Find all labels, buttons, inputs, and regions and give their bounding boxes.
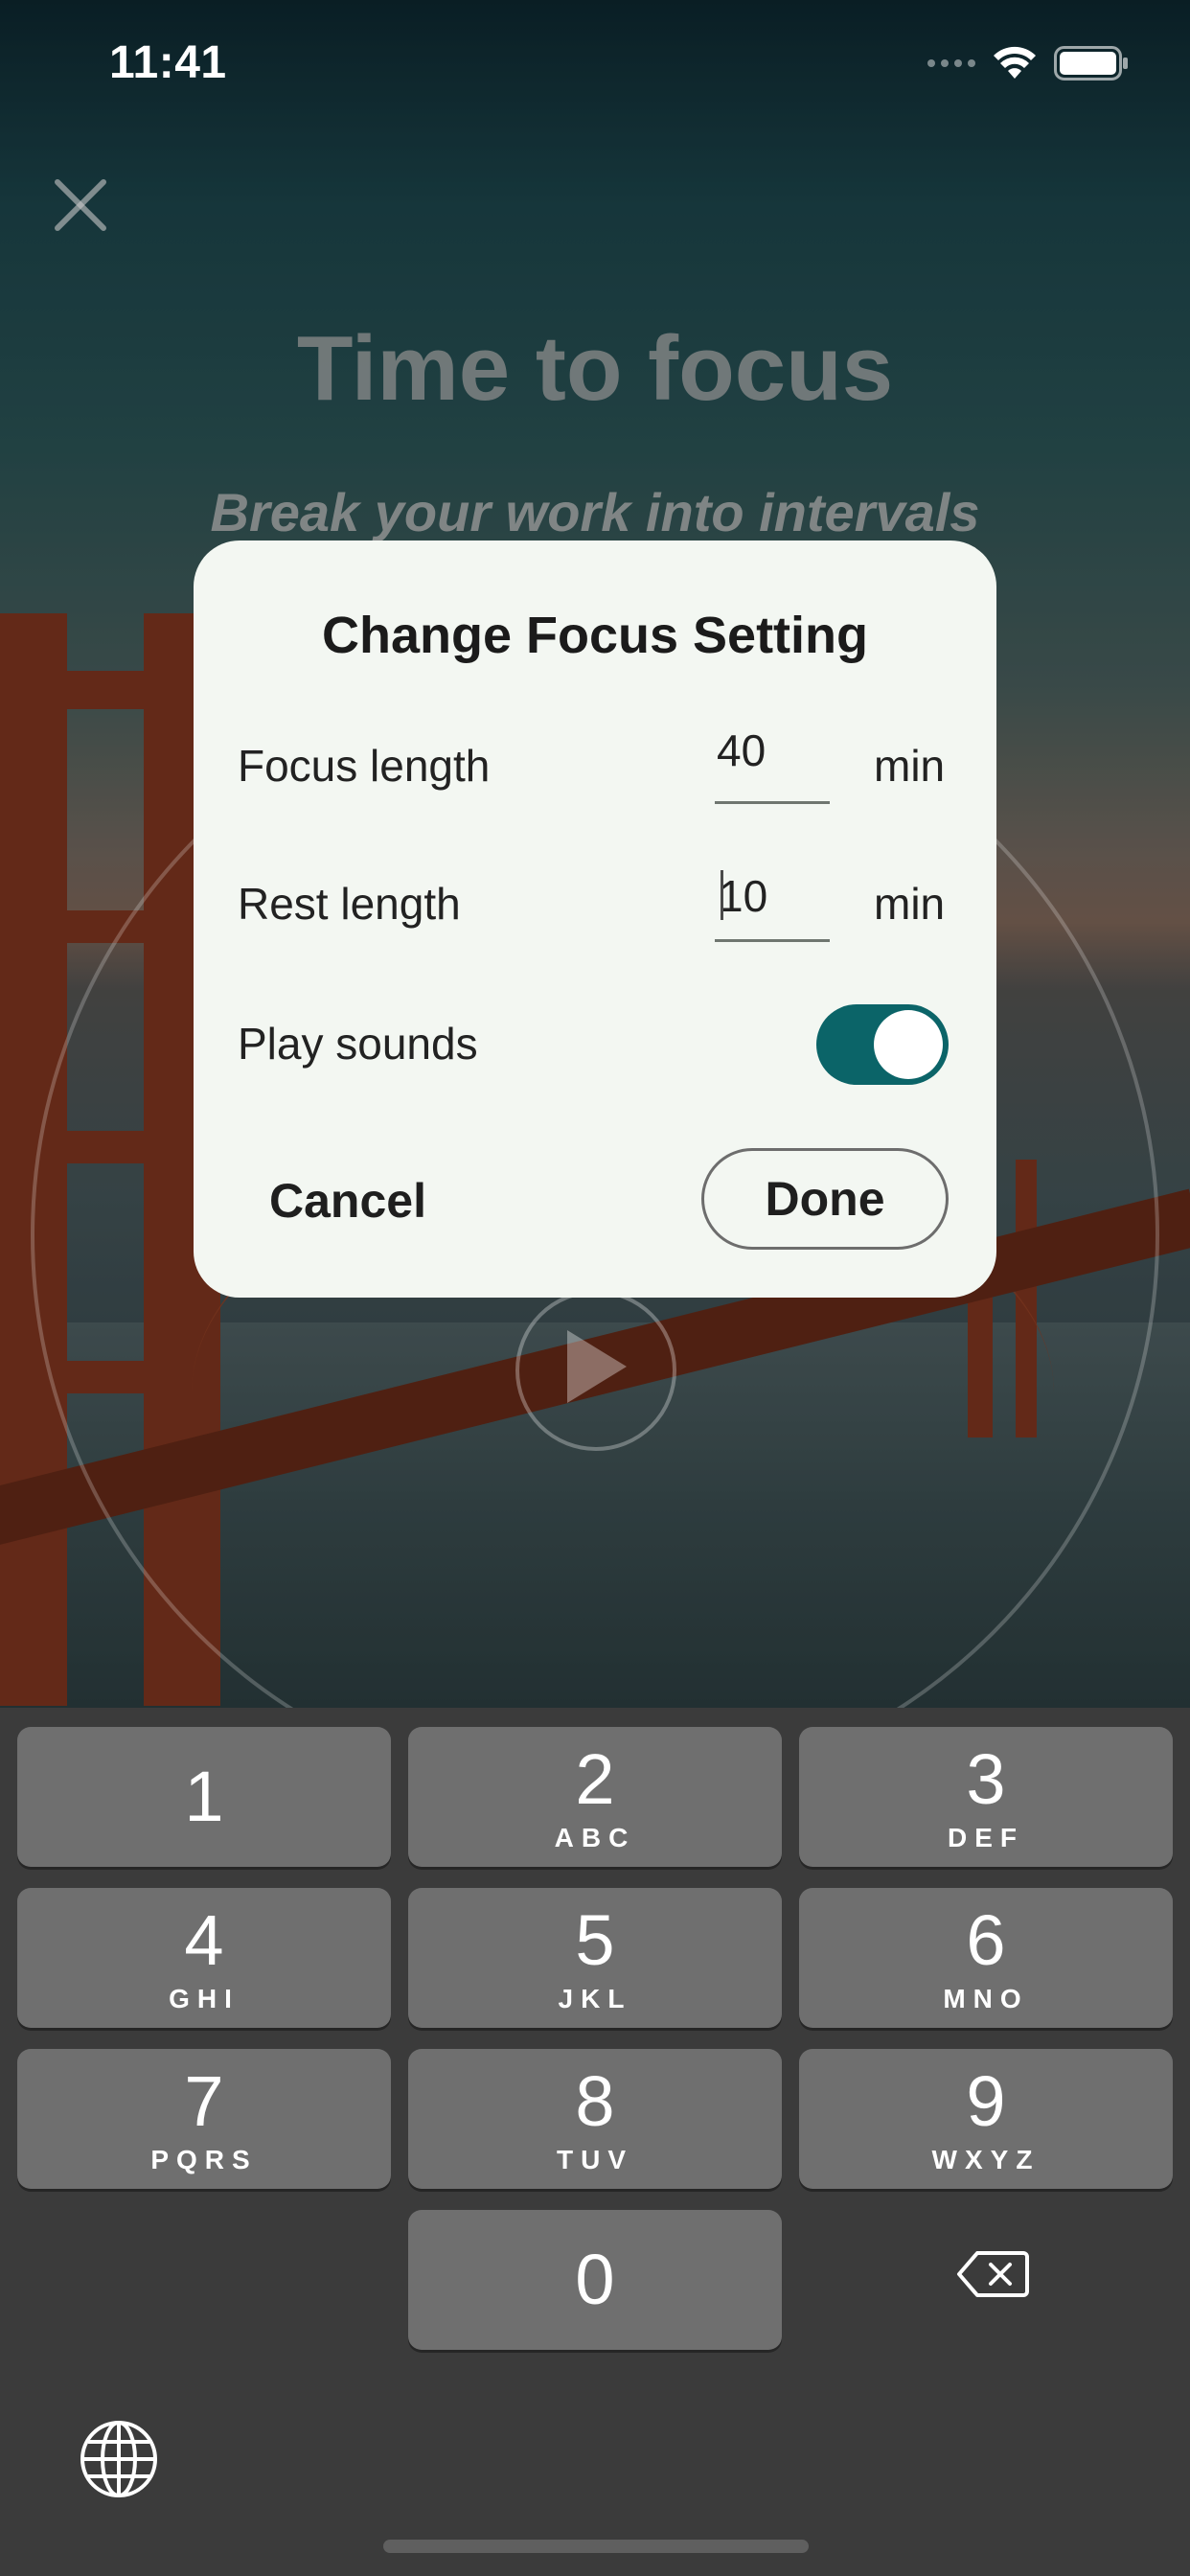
key-6[interactable]: 6 MNO (799, 1888, 1173, 2028)
focus-length-unit: min (874, 741, 946, 791)
key-digit: 7 (184, 2061, 224, 2141)
key-letters: DEF (948, 1823, 1024, 1852)
key-digit: 4 (184, 1900, 224, 1980)
key-digit: 1 (184, 1757, 224, 1836)
key-2[interactable]: 2 ABC (408, 1727, 782, 1867)
backspace-icon[interactable] (956, 2250, 1029, 2298)
key-digit: 2 (575, 1739, 615, 1819)
key-letters: JKL (558, 1984, 632, 2013)
key-1[interactable]: 1 (17, 1727, 391, 1867)
key-digit: 3 (966, 1739, 1006, 1819)
toggle-knob (874, 1010, 943, 1079)
focus-length-input[interactable]: 40 (715, 717, 830, 804)
key-digit: 0 (575, 2240, 615, 2319)
focus-settings-dialog: Change Focus Setting Focus length 40 min… (194, 540, 996, 1298)
status-time: 11:41 (109, 37, 227, 88)
done-button[interactable]: Done (701, 1148, 949, 1250)
close-icon[interactable] (50, 174, 111, 236)
globe-icon[interactable] (79, 2419, 159, 2499)
key-0[interactable]: 0 (408, 2210, 782, 2350)
screen: 11:41 Time to focus Break your work into… (0, 0, 1190, 2576)
key-letters: MNO (943, 1984, 1029, 2013)
key-letters: WXYZ (931, 2145, 1041, 2174)
text-caret (721, 870, 723, 920)
rest-length-label: Rest length (238, 879, 461, 929)
key-digit: 6 (966, 1900, 1006, 1980)
focus-length-label: Focus length (238, 741, 491, 791)
page-title: Time to focus (296, 317, 894, 420)
key-8[interactable]: 8 TUV (408, 2049, 782, 2189)
key-letters: TUV (557, 2145, 633, 2174)
focus-length-value: 40 (717, 725, 767, 775)
key-letters: GHI (169, 1984, 240, 2013)
rest-length-unit: min (874, 879, 946, 929)
cancel-button[interactable]: Cancel (257, 1150, 439, 1252)
key-digit: 5 (575, 1900, 615, 1980)
key-7[interactable]: 7 PQRS (17, 2049, 391, 2189)
play-icon (567, 1330, 627, 1403)
rest-length-input[interactable]: 10 (715, 855, 830, 942)
cellular-signal-icon (927, 59, 975, 67)
rest-length-value: 10 (719, 871, 768, 921)
key-5[interactable]: 5 JKL (408, 1888, 782, 2028)
key-letters: ABC (554, 1823, 636, 1852)
key-3[interactable]: 3 DEF (799, 1727, 1173, 1867)
wifi-icon (994, 46, 1036, 79)
key-9[interactable]: 9 WXYZ (799, 2049, 1173, 2189)
play-sounds-toggle[interactable] (816, 1004, 949, 1085)
key-4[interactable]: 4 GHI (17, 1888, 391, 2028)
page-subtitle: Break your work into intervals (210, 482, 980, 542)
key-digit: 9 (966, 2061, 1006, 2141)
key-digit: 8 (575, 2061, 615, 2141)
key-letters: PQRS (150, 2145, 258, 2174)
play-sounds-label: Play sounds (238, 1019, 478, 1069)
dialog-title: Change Focus Setting (321, 607, 869, 664)
status-icons (927, 46, 1129, 80)
home-indicator (383, 2540, 809, 2553)
status-bar: 11:41 (0, 0, 1190, 126)
battery-icon (1054, 46, 1128, 80)
